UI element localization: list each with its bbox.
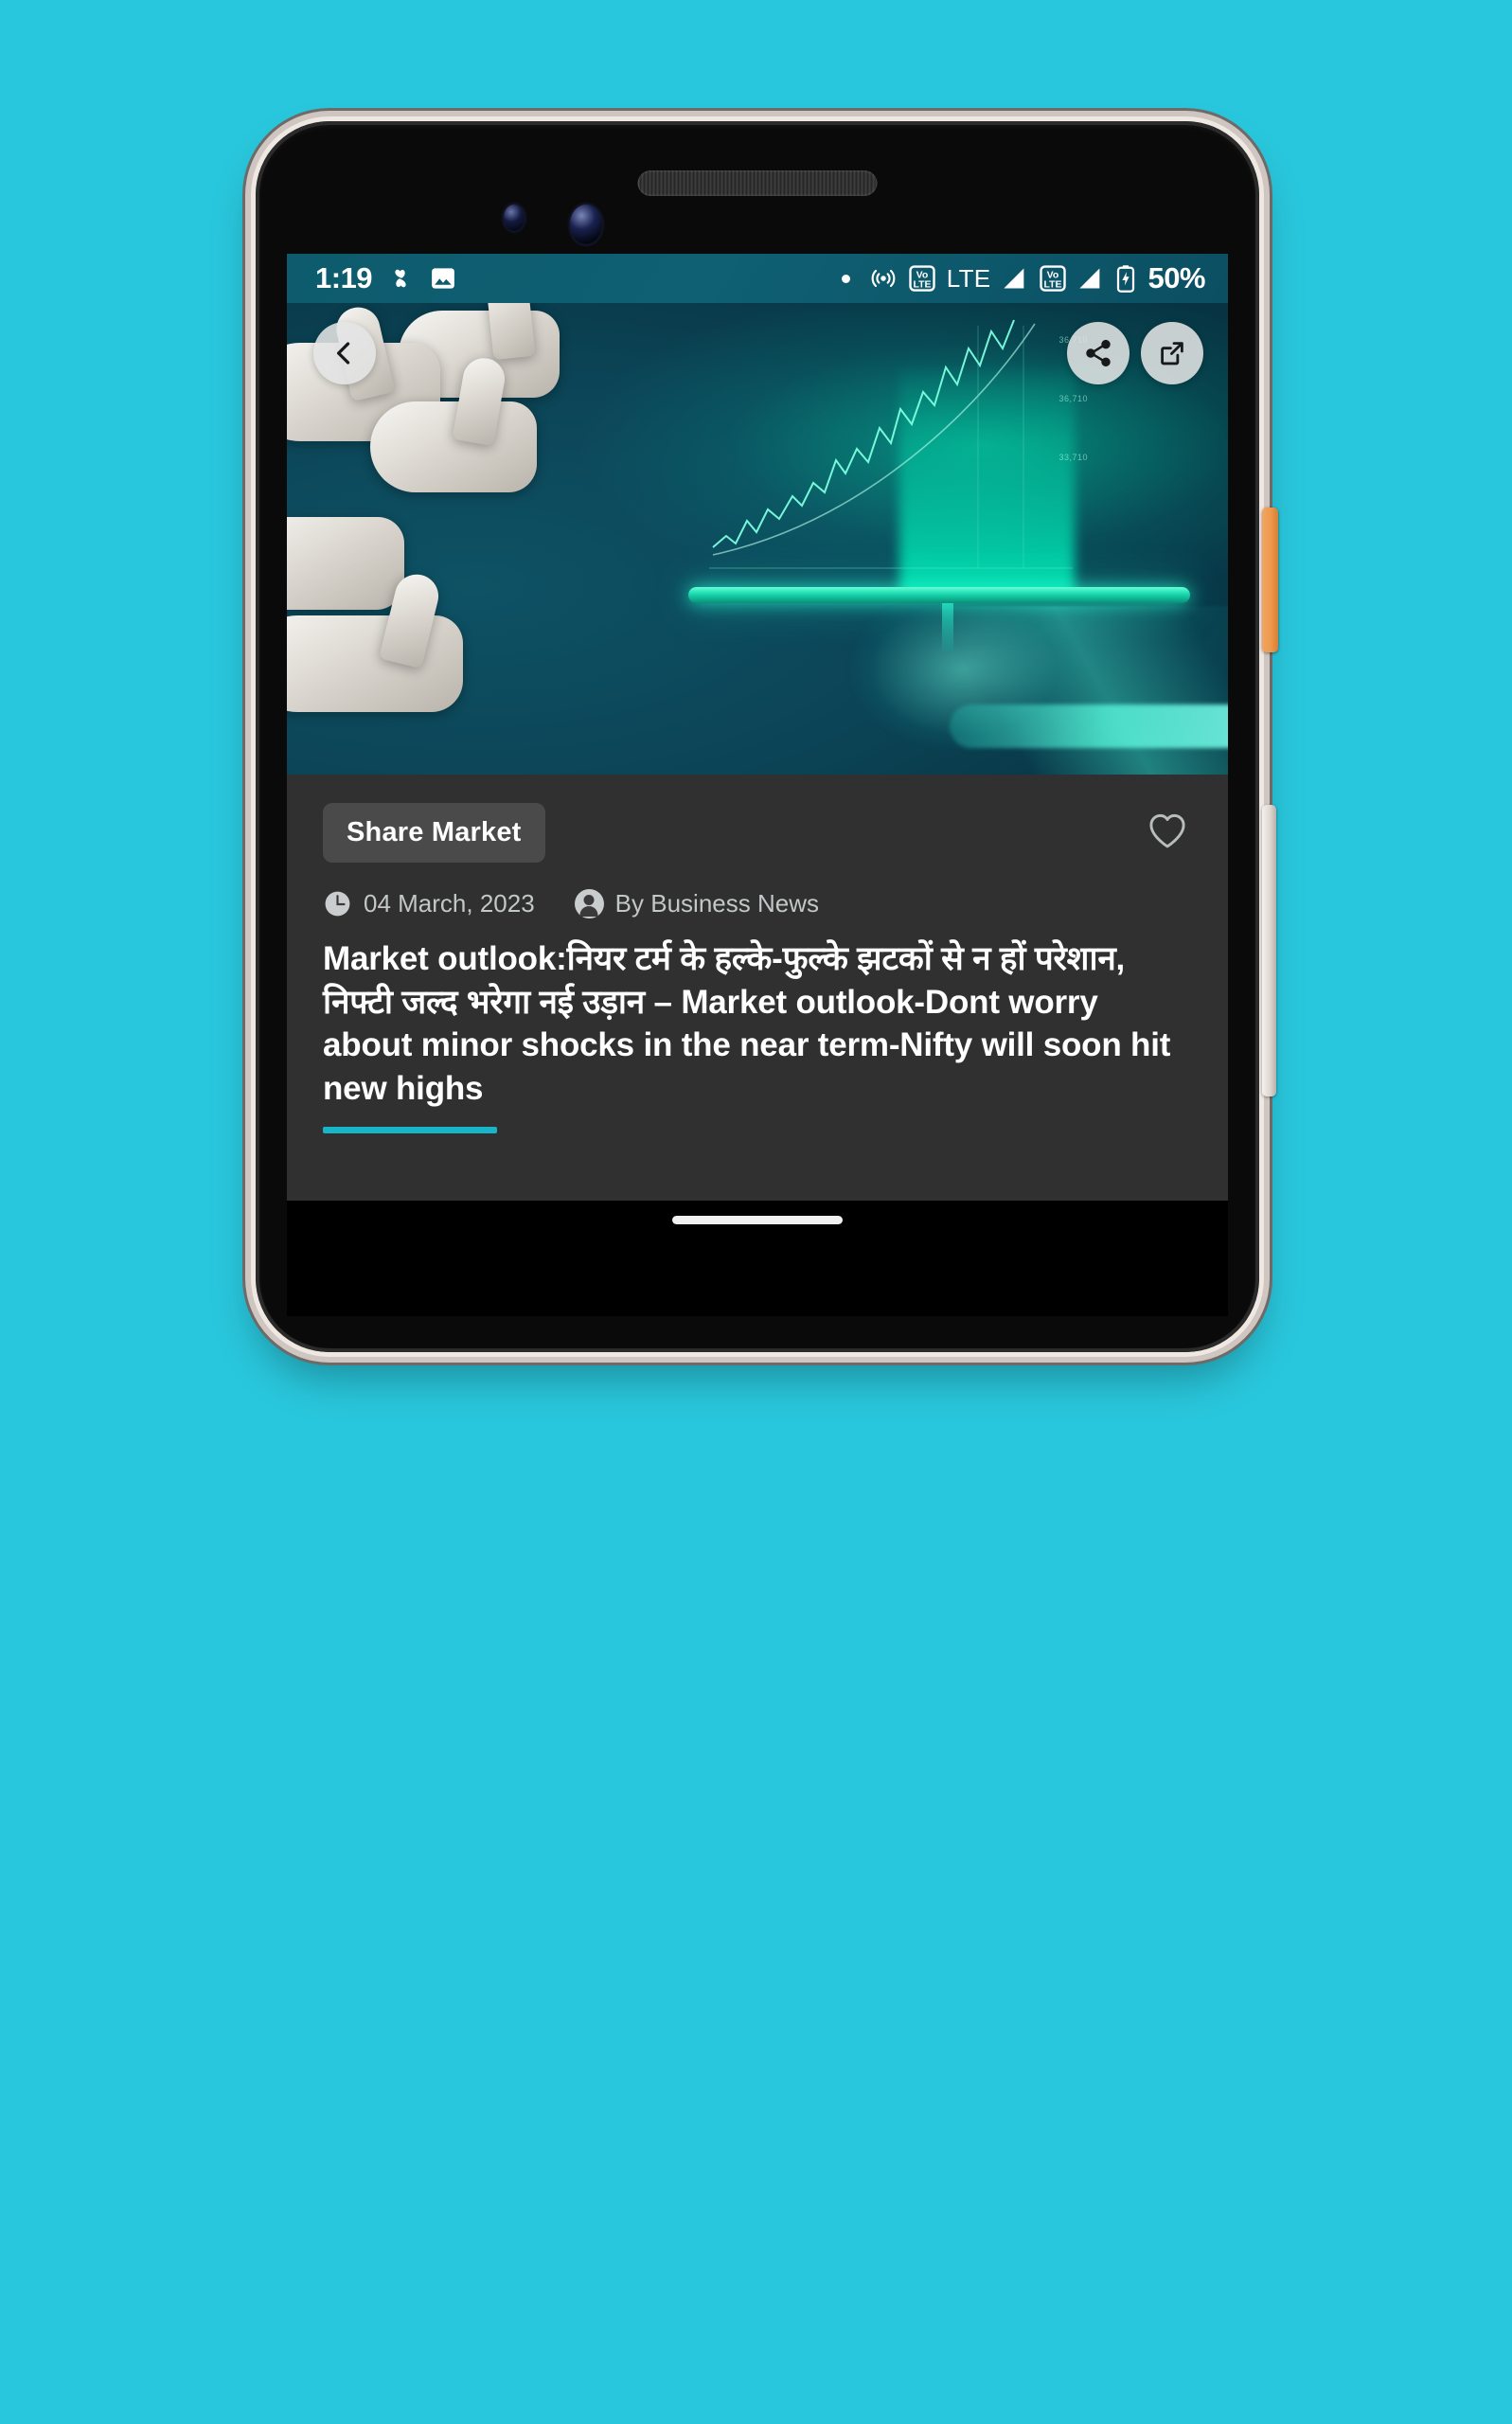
status-bar-left: 1:19 bbox=[315, 261, 457, 295]
chart-tick-label: 36,710 bbox=[1058, 394, 1088, 403]
ir-sensor-icon bbox=[504, 205, 525, 231]
article-header-row: Share Market bbox=[323, 775, 1192, 863]
earpiece-speaker-icon bbox=[637, 170, 878, 196]
network-type-label: LTE bbox=[946, 263, 991, 293]
category-chip[interactable]: Share Market bbox=[323, 803, 545, 863]
thumbs-up-hand-graphic bbox=[287, 615, 463, 712]
article-date: 04 March, 2023 bbox=[364, 889, 535, 918]
heart-icon bbox=[1149, 813, 1185, 848]
signal-icon bbox=[1077, 265, 1104, 292]
screenshot-stage: 1:19 Vo LTE LTE Vo LTE 50% 36,710 33,710… bbox=[0, 0, 1512, 2424]
signal-icon bbox=[1002, 265, 1028, 292]
front-camera-icon bbox=[570, 205, 602, 244]
stock-chart-graphic: 36,710 36,710 33,710 bbox=[694, 311, 1092, 597]
volume-rocker-button[interactable] bbox=[1262, 805, 1276, 1096]
chevron-left-icon bbox=[336, 342, 350, 365]
svg-text:LTE: LTE bbox=[1044, 278, 1062, 290]
svg-text:LTE: LTE bbox=[913, 278, 931, 290]
screen-bottom-fill bbox=[287, 1274, 1228, 1316]
battery-percent-label: 50% bbox=[1147, 261, 1205, 294]
status-bar-right: Vo LTE LTE Vo LTE 50% bbox=[841, 261, 1205, 295]
phone-screen: 1:19 Vo LTE LTE Vo LTE 50% 36,710 33,710… bbox=[287, 254, 1228, 1201]
share-icon bbox=[1086, 339, 1111, 367]
clock-icon bbox=[323, 889, 352, 918]
article-headline: Market outlook:नियर टर्म के हल्के-फुल्के… bbox=[323, 940, 1171, 1107]
back-button[interactable] bbox=[313, 322, 376, 384]
open-external-button[interactable] bbox=[1141, 322, 1203, 384]
power-button[interactable] bbox=[1262, 508, 1278, 652]
phone-device: 1:19 Vo LTE LTE Vo LTE 50% 36,710 33,710… bbox=[256, 121, 1278, 1352]
home-gesture-bar[interactable] bbox=[672, 1216, 843, 1224]
phone-body: 1:19 Vo LTE LTE Vo LTE 50% 36,710 33,710… bbox=[256, 121, 1259, 1352]
volte-icon: Vo LTE bbox=[909, 264, 935, 293]
tray-stem-graphic bbox=[942, 600, 953, 651]
thumbs-up-thumb-graphic bbox=[485, 303, 536, 361]
share-button[interactable] bbox=[1067, 322, 1130, 384]
tray-graphic bbox=[688, 587, 1190, 603]
article-meta: 04 March, 2023 By Business News bbox=[323, 889, 1192, 918]
status-dot-icon bbox=[841, 274, 850, 283]
article-content: Share Market 04 March, 2023 By Business … bbox=[287, 775, 1228, 1201]
article-author: By Business News bbox=[614, 889, 819, 918]
image-icon bbox=[429, 264, 457, 293]
chart-tick-label: 33,710 bbox=[1058, 453, 1088, 462]
pinwheel-icon bbox=[386, 264, 415, 293]
status-bar: 1:19 Vo LTE LTE Vo LTE 50% bbox=[287, 254, 1228, 303]
hero-image: 36,710 36,710 33,710 bbox=[287, 303, 1228, 775]
thumbs-up-hand-graphic bbox=[370, 401, 537, 492]
hotspot-icon bbox=[869, 264, 898, 293]
volte-icon: Vo LTE bbox=[1040, 264, 1067, 293]
forearm-graphic bbox=[950, 704, 1228, 748]
thumbs-up-hand-graphic bbox=[287, 517, 404, 610]
favourite-button[interactable] bbox=[1147, 811, 1188, 854]
headline-accent-rule bbox=[323, 1127, 497, 1133]
status-bar-clock: 1:19 bbox=[315, 261, 373, 294]
author-avatar-icon bbox=[574, 889, 604, 918]
serving-hand-graphic bbox=[817, 606, 1228, 775]
gesture-navigation-area bbox=[287, 1201, 1228, 1274]
external-link-icon bbox=[1161, 342, 1183, 365]
battery-charging-icon bbox=[1115, 264, 1136, 293]
